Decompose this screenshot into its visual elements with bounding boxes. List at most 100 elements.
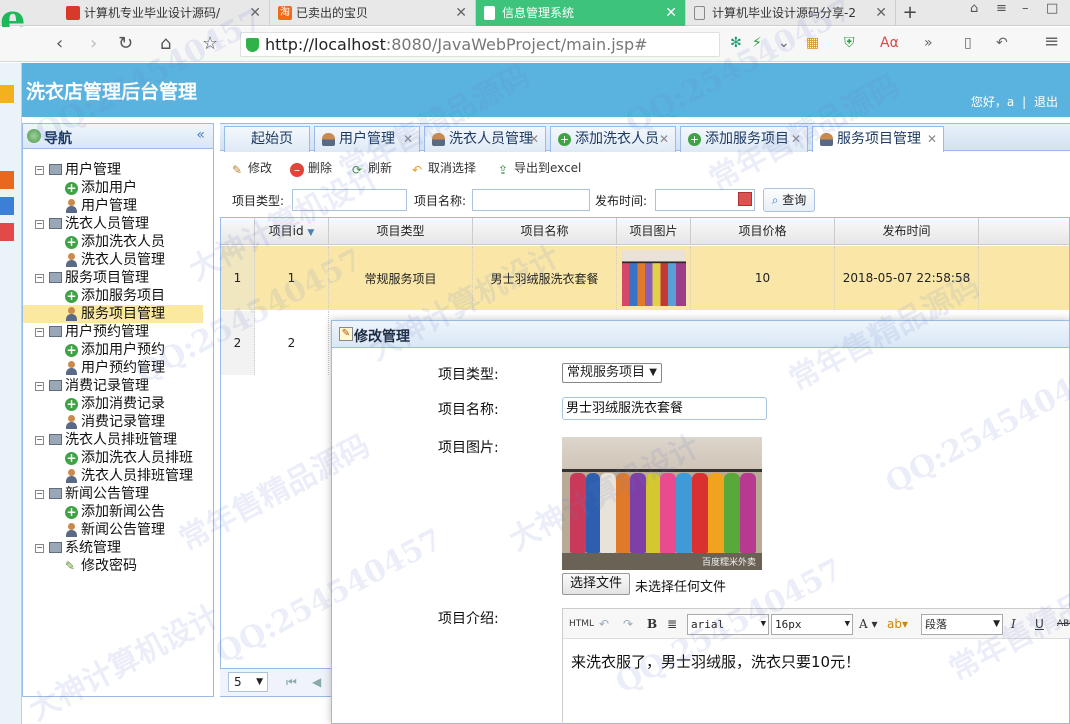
- favorites-icon[interactable]: [0, 85, 14, 103]
- chevron-down-icon[interactable]: ⌄: [778, 35, 790, 51]
- nav-item[interactable]: 服务项目管理: [23, 305, 203, 323]
- menu-icon[interactable]: ≡: [1044, 31, 1059, 52]
- name-input[interactable]: [472, 189, 590, 211]
- page-size-select[interactable]: 5 ▼: [228, 672, 268, 692]
- collapse-toggle-icon[interactable]: −: [35, 436, 44, 445]
- nav-item[interactable]: 洗衣人员管理: [23, 251, 213, 269]
- nav-group[interactable]: − 用户管理: [23, 161, 213, 179]
- calendar-icon[interactable]: [0, 197, 14, 215]
- nav-item[interactable]: 洗衣人员排班管理: [23, 467, 213, 485]
- editor-content[interactable]: 来洗衣服了，男士羽绒服，洗衣只要10元！: [571, 651, 860, 672]
- refresh-button[interactable]: ⟳ 刷新: [350, 160, 392, 177]
- nav-group[interactable]: − 洗衣人员排班管理: [23, 431, 213, 449]
- back-icon[interactable]: ‹: [56, 33, 63, 55]
- underline-button[interactable]: U: [1035, 616, 1044, 632]
- calendar-icon[interactable]: [738, 192, 752, 206]
- tab-1[interactable]: 用户管理 ✕: [314, 126, 420, 152]
- nav-group[interactable]: − 用户预约管理: [23, 323, 213, 341]
- nav-group[interactable]: − 服务项目管理: [23, 269, 213, 287]
- home-icon[interactable]: ⌂: [970, 0, 978, 18]
- home-icon[interactable]: ⌂: [160, 33, 171, 55]
- lightning-icon[interactable]: ⚡: [752, 35, 762, 51]
- close-icon[interactable]: ✕: [403, 127, 413, 151]
- browser-tab-4[interactable]: 计算机毕业设计源码分享-2 ✕: [686, 0, 896, 26]
- nav-item[interactable]: + 添加消费记录: [23, 395, 213, 413]
- nav-item[interactable]: + 添加服务项目: [23, 287, 213, 305]
- close-icon[interactable]: ✕: [249, 0, 261, 26]
- close-icon[interactable]: ✕: [665, 0, 677, 26]
- extension-icon[interactable]: ✻: [730, 35, 742, 51]
- choose-file-button[interactable]: 选择文件: [562, 573, 630, 595]
- close-icon[interactable]: ✕: [659, 127, 669, 151]
- highlight-icon[interactable]: ab▾: [887, 616, 908, 632]
- tab-4[interactable]: + 添加服务项目 ✕: [680, 126, 808, 152]
- column-header-id[interactable]: 项目id ▼: [255, 218, 329, 245]
- star-icon[interactable]: ☆: [202, 33, 218, 55]
- collapse-toggle-icon[interactable]: −: [35, 490, 44, 499]
- collapse-toggle-icon[interactable]: −: [35, 220, 44, 229]
- time-input[interactable]: [655, 189, 755, 211]
- undo-icon[interactable]: ↶: [599, 616, 609, 632]
- new-tab-button[interactable]: +: [900, 0, 920, 26]
- column-header-image[interactable]: 项目图片: [617, 218, 691, 245]
- browser-tab-1[interactable]: 计算机专业毕业设计源码/ ✕: [58, 0, 270, 26]
- collapse-toggle-icon[interactable]: −: [35, 382, 44, 391]
- nav-item[interactable]: + 添加用户预约: [23, 341, 213, 359]
- column-header-time[interactable]: 发布时间: [835, 218, 979, 245]
- tab-0[interactable]: 起始页: [224, 126, 310, 152]
- column-header-type[interactable]: 项目类型: [329, 218, 473, 245]
- collapse-toggle-icon[interactable]: −: [35, 328, 44, 337]
- nav-item[interactable]: ✎ 修改密码: [23, 557, 213, 575]
- more-icon[interactable]: »: [924, 35, 933, 51]
- query-button[interactable]: ⌕ 查询: [763, 188, 815, 212]
- nav-item[interactable]: 用户预约管理: [23, 359, 213, 377]
- cancel-select-button[interactable]: ↶ 取消选择: [410, 160, 476, 177]
- nav-group[interactable]: − 系统管理: [23, 539, 213, 557]
- nav-item[interactable]: + 添加用户: [23, 179, 213, 197]
- nav-item[interactable]: 消费记录管理: [23, 413, 213, 431]
- column-header-price[interactable]: 项目价格: [691, 218, 835, 245]
- type-input[interactable]: [292, 189, 407, 211]
- rich-text-editor[interactable]: HTML ↶ ↷ B ≣ arial ▼ 16px ▼ A ▾ ab▾ 段落 ▼ I …: [562, 608, 1070, 724]
- collapse-toggle-icon[interactable]: −: [35, 274, 44, 283]
- menu-icon[interactable]: ≡: [996, 0, 1007, 18]
- table-row[interactable]: 1 1 常规服务项目 男士羽绒服洗衣套餐 10 2018-05-07 22:58…: [221, 246, 1069, 310]
- browser-tab-active[interactable]: 信息管理系统 ✕: [476, 0, 686, 26]
- tab-2[interactable]: 洗衣人员管理 ✕: [424, 126, 546, 152]
- close-icon[interactable]: ✕: [529, 127, 539, 151]
- close-icon[interactable]: ✕: [927, 127, 937, 151]
- html-button[interactable]: HTML: [569, 616, 594, 632]
- align-icon[interactable]: ≣: [667, 616, 677, 632]
- close-icon[interactable]: ✕: [791, 127, 801, 151]
- nav-item[interactable]: 用户管理: [23, 197, 213, 215]
- collapse-toggle-icon[interactable]: −: [35, 166, 44, 175]
- url-bar[interactable]: http://localhost:8080/JavaWebProject/mai…: [240, 32, 720, 57]
- export-excel-button[interactable]: ⇪ 导出到excel: [496, 160, 581, 177]
- font-color-icon[interactable]: A ▾: [859, 616, 878, 632]
- tool-icon[interactable]: [0, 171, 14, 189]
- nav-item[interactable]: 新闻公告管理: [23, 521, 213, 539]
- strikethrough-button[interactable]: ABC: [1057, 616, 1070, 632]
- nav-item[interactable]: + 添加新闻公告: [23, 503, 213, 521]
- delete-button[interactable]: – 删除: [290, 160, 332, 177]
- collapse-toggle-icon[interactable]: −: [35, 544, 44, 553]
- prev-page-icon[interactable]: ◀: [312, 675, 321, 689]
- translate-icon[interactable]: Aα: [880, 35, 899, 51]
- redo-icon[interactable]: ↷: [623, 616, 633, 632]
- name-input[interactable]: 男士羽绒服洗衣套餐: [562, 397, 767, 420]
- apps-icon[interactable]: ▦: [806, 35, 819, 51]
- column-header-name[interactable]: 项目名称: [473, 218, 617, 245]
- italic-button[interactable]: I: [1011, 616, 1016, 632]
- tab-3[interactable]: + 添加洗衣人员 ✕: [550, 126, 676, 152]
- maximize-icon[interactable]: □: [1046, 0, 1058, 18]
- tab-5[interactable]: 服务项目管理 ✕: [812, 126, 944, 153]
- nav-group[interactable]: − 洗衣人员管理: [23, 215, 213, 233]
- font-size-select[interactable]: 16px ▼: [771, 614, 853, 635]
- minimize-icon[interactable]: –: [1022, 0, 1029, 18]
- nav-group[interactable]: − 消费记录管理: [23, 377, 213, 395]
- paragraph-select[interactable]: 段落 ▼: [921, 614, 1003, 635]
- bold-button[interactable]: B: [647, 616, 657, 632]
- font-family-select[interactable]: arial ▼: [687, 614, 769, 635]
- nav-item[interactable]: + 添加洗衣人员: [23, 233, 213, 251]
- weibo-icon[interactable]: [0, 223, 14, 241]
